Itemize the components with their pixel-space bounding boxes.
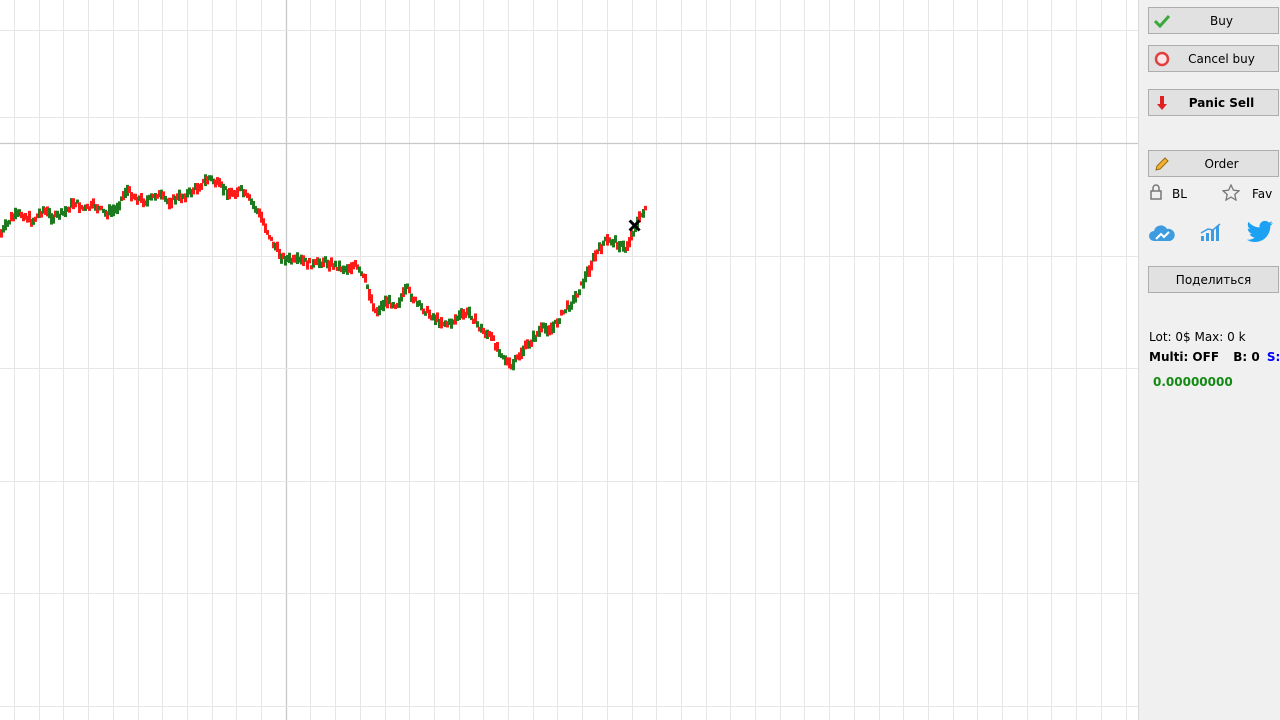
- down-candle: [266, 230, 269, 235]
- up-candle: [118, 201, 121, 211]
- cancel-buy-button-label: Cancel buy: [1188, 51, 1255, 66]
- blacklist-label: BL: [1172, 186, 1187, 201]
- sell-count: S: 0: [1266, 350, 1280, 364]
- balance-value: 0.00000000: [1153, 375, 1233, 389]
- buy-button[interactable]: Buy: [1148, 7, 1279, 34]
- price-chart[interactable]: [0, 0, 1138, 720]
- share-button[interactable]: Поделиться: [1148, 266, 1279, 293]
- cloud-icon[interactable]: [1148, 223, 1176, 247]
- cancel-circle-icon: [1149, 51, 1175, 67]
- up-candle: [476, 321, 479, 328]
- down-candle: [128, 186, 131, 194]
- down-candle: [364, 273, 367, 283]
- down-candle: [308, 257, 311, 264]
- blacklist-toggle[interactable]: BL: [1148, 184, 1187, 203]
- down-candle: [370, 294, 373, 304]
- lock-icon: [1148, 184, 1164, 203]
- down-candle: [200, 183, 203, 190]
- panic-sell-button-label: Panic Sell: [1188, 95, 1255, 110]
- buy-button-label: Buy: [1210, 13, 1233, 28]
- price-series: [0, 174, 647, 371]
- up-candle: [564, 309, 567, 314]
- trading-panel: Buy Cancel buy Panic Sell Order BL Fav П…: [1138, 0, 1280, 720]
- buy-count: B: 0: [1233, 350, 1260, 364]
- down-candle: [492, 335, 495, 341]
- down-candle: [590, 260, 593, 271]
- panic-sell-button[interactable]: Panic Sell: [1148, 89, 1279, 116]
- favorite-label: Fav: [1252, 187, 1273, 201]
- pencil-icon: [1149, 156, 1175, 172]
- twitter-bird-icon[interactable]: [1246, 220, 1273, 246]
- favorite-toggle[interactable]: Fav: [1221, 183, 1273, 204]
- down-candle: [408, 286, 411, 294]
- lot-info: Lot: 0$ Max: 0 k: [1149, 330, 1246, 344]
- order-button-label: Order: [1204, 156, 1239, 171]
- up-candle: [614, 235, 617, 244]
- star-icon: [1221, 183, 1241, 204]
- up-candle: [602, 240, 605, 246]
- up-candle: [366, 284, 369, 290]
- check-icon: [1149, 14, 1175, 28]
- order-button[interactable]: Order: [1148, 150, 1279, 177]
- price-chart-canvas[interactable]: [0, 0, 1138, 720]
- down-candle: [270, 236, 273, 241]
- multi-status-text: Multi: OFF: [1149, 350, 1220, 364]
- share-button-label: Поделиться: [1175, 272, 1252, 287]
- bar-chart-icon[interactable]: [1199, 222, 1223, 246]
- red-down-arrow-icon: [1149, 95, 1175, 111]
- up-candle: [334, 260, 337, 268]
- multi-status: Multi: OFF B: 0 S: 0: [1149, 350, 1280, 364]
- chart-grid: [0, 0, 1138, 720]
- up-candle: [558, 318, 561, 325]
- down-candle: [644, 205, 647, 211]
- up-candle: [578, 289, 581, 296]
- cancel-buy-button[interactable]: Cancel buy: [1148, 45, 1279, 72]
